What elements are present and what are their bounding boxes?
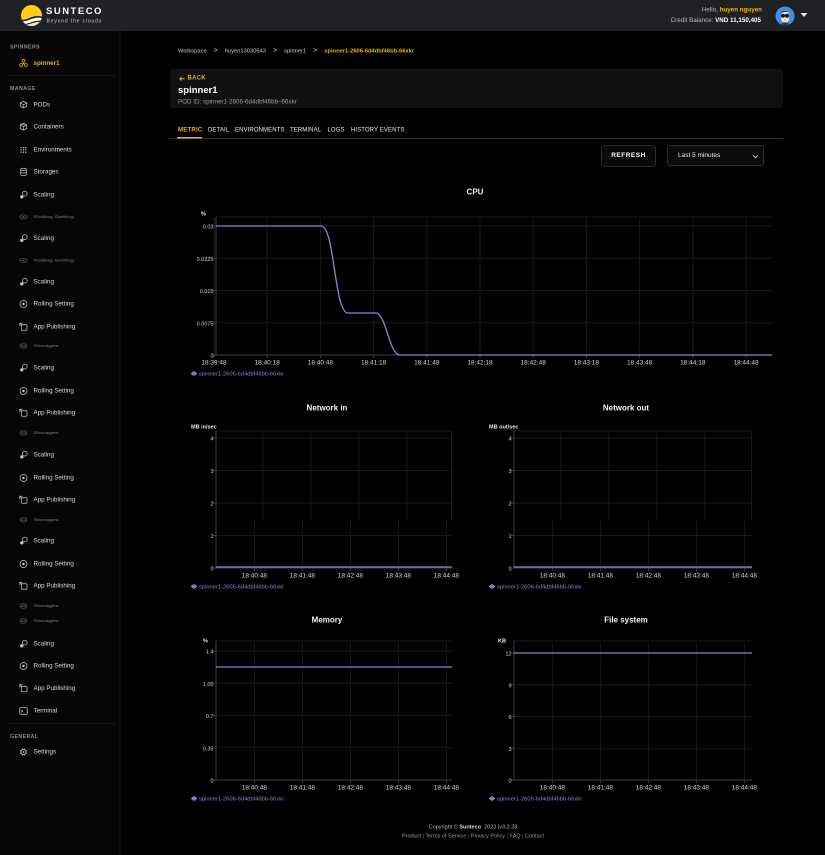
svg-text:18:40:18: 18:40:18 bbox=[255, 360, 281, 367]
svg-text:MB in/sec: MB in/sec bbox=[191, 425, 217, 431]
svg-text:spinner1-2606-6d4dbf46bb-66xkr: spinner1-2606-6d4dbf46bb-66xkr bbox=[497, 797, 582, 803]
svg-text:Network out: Network out bbox=[603, 404, 650, 413]
svg-text:3: 3 bbox=[210, 469, 213, 475]
svg-text:18:41:48: 18:41:48 bbox=[588, 785, 614, 792]
svg-text:KB: KB bbox=[498, 639, 506, 645]
svg-text:3: 3 bbox=[508, 469, 511, 475]
svg-text:18:41:48: 18:41:48 bbox=[290, 573, 316, 580]
svg-text:12: 12 bbox=[505, 652, 511, 658]
svg-text:18:41:48: 18:41:48 bbox=[588, 573, 614, 580]
svg-text:18:44:48: 18:44:48 bbox=[434, 785, 460, 792]
svg-text:18:44:48: 18:44:48 bbox=[732, 573, 758, 580]
svg-text:18:42:48: 18:42:48 bbox=[338, 785, 364, 792]
svg-text:18:42:48: 18:42:48 bbox=[338, 573, 364, 580]
svg-text:0: 0 bbox=[210, 567, 213, 573]
svg-text:Memory: Memory bbox=[312, 616, 343, 625]
svg-text:18:42:48: 18:42:48 bbox=[636, 573, 662, 580]
svg-text:6: 6 bbox=[508, 715, 511, 721]
svg-text:18:41:48: 18:41:48 bbox=[290, 785, 316, 792]
svg-text:3: 3 bbox=[508, 747, 511, 753]
svg-text:0: 0 bbox=[210, 779, 213, 785]
svg-text:CPU: CPU bbox=[467, 188, 484, 197]
svg-text:0.0075: 0.0075 bbox=[197, 321, 214, 327]
svg-text:MB out/sec: MB out/sec bbox=[489, 425, 518, 431]
svg-text:18:40:48: 18:40:48 bbox=[540, 785, 566, 792]
svg-text:0: 0 bbox=[508, 567, 511, 573]
svg-text:%: % bbox=[201, 212, 206, 218]
svg-text:18:40:48: 18:40:48 bbox=[242, 785, 268, 792]
svg-text:0.35: 0.35 bbox=[203, 746, 214, 752]
svg-text:18:44:48: 18:44:48 bbox=[732, 785, 758, 792]
svg-text:0: 0 bbox=[508, 779, 511, 785]
svg-text:18:40:48: 18:40:48 bbox=[242, 573, 268, 580]
svg-text:%: % bbox=[203, 639, 208, 645]
svg-text:9: 9 bbox=[508, 683, 511, 689]
svg-text:spinner1-2606-6d4dbf46bb-66xkr: spinner1-2606-6d4dbf46bb-66xkr bbox=[199, 585, 284, 591]
svg-text:Network in: Network in bbox=[307, 404, 348, 413]
svg-text:1: 1 bbox=[210, 534, 213, 540]
svg-text:0.015: 0.015 bbox=[200, 289, 214, 295]
svg-text:18:40:48: 18:40:48 bbox=[308, 360, 334, 367]
svg-text:spinner1-2606-6d4dbf46bb-66xkr: spinner1-2606-6d4dbf46bb-66xkr bbox=[497, 585, 582, 591]
svg-text:18:44:48: 18:44:48 bbox=[434, 573, 460, 580]
svg-text:2: 2 bbox=[210, 502, 213, 508]
svg-text:18:43:48: 18:43:48 bbox=[684, 573, 710, 580]
svg-text:1: 1 bbox=[508, 534, 511, 540]
svg-text:4: 4 bbox=[210, 437, 213, 443]
svg-text:18:43:18: 18:43:18 bbox=[574, 360, 600, 367]
svg-text:1.05: 1.05 bbox=[203, 682, 214, 688]
svg-text:0.03: 0.03 bbox=[203, 225, 214, 231]
svg-text:18:41:18: 18:41:18 bbox=[361, 360, 387, 367]
svg-text:18:42:48: 18:42:48 bbox=[521, 360, 547, 367]
svg-text:18:44:18: 18:44:18 bbox=[680, 360, 706, 367]
svg-text:0.0225: 0.0225 bbox=[197, 257, 214, 263]
svg-text:18:43:48: 18:43:48 bbox=[386, 573, 412, 580]
svg-text:1.4: 1.4 bbox=[206, 650, 214, 656]
svg-text:File system: File system bbox=[604, 616, 648, 625]
svg-text:18:41:48: 18:41:48 bbox=[414, 360, 440, 367]
svg-text:spinner1-2606-6d4dbf46bb-66xkr: spinner1-2606-6d4dbf46bb-66xkr bbox=[199, 372, 284, 378]
svg-text:18:42:18: 18:42:18 bbox=[467, 360, 493, 367]
svg-text:18:39:48: 18:39:48 bbox=[201, 360, 227, 367]
svg-text:18:42:48: 18:42:48 bbox=[636, 785, 662, 792]
svg-text:18:43:48: 18:43:48 bbox=[386, 785, 412, 792]
svg-text:18:43:48: 18:43:48 bbox=[684, 785, 710, 792]
svg-text:spinner1-2606-6d4dbf46bb-66xkr: spinner1-2606-6d4dbf46bb-66xkr bbox=[199, 797, 284, 803]
svg-text:4: 4 bbox=[508, 437, 511, 443]
svg-text:18:43:48: 18:43:48 bbox=[627, 360, 653, 367]
svg-text:18:40:48: 18:40:48 bbox=[540, 573, 566, 580]
svg-text:18:44:48: 18:44:48 bbox=[733, 360, 759, 367]
svg-text:0.7: 0.7 bbox=[206, 714, 214, 720]
svg-text:2: 2 bbox=[508, 502, 511, 508]
